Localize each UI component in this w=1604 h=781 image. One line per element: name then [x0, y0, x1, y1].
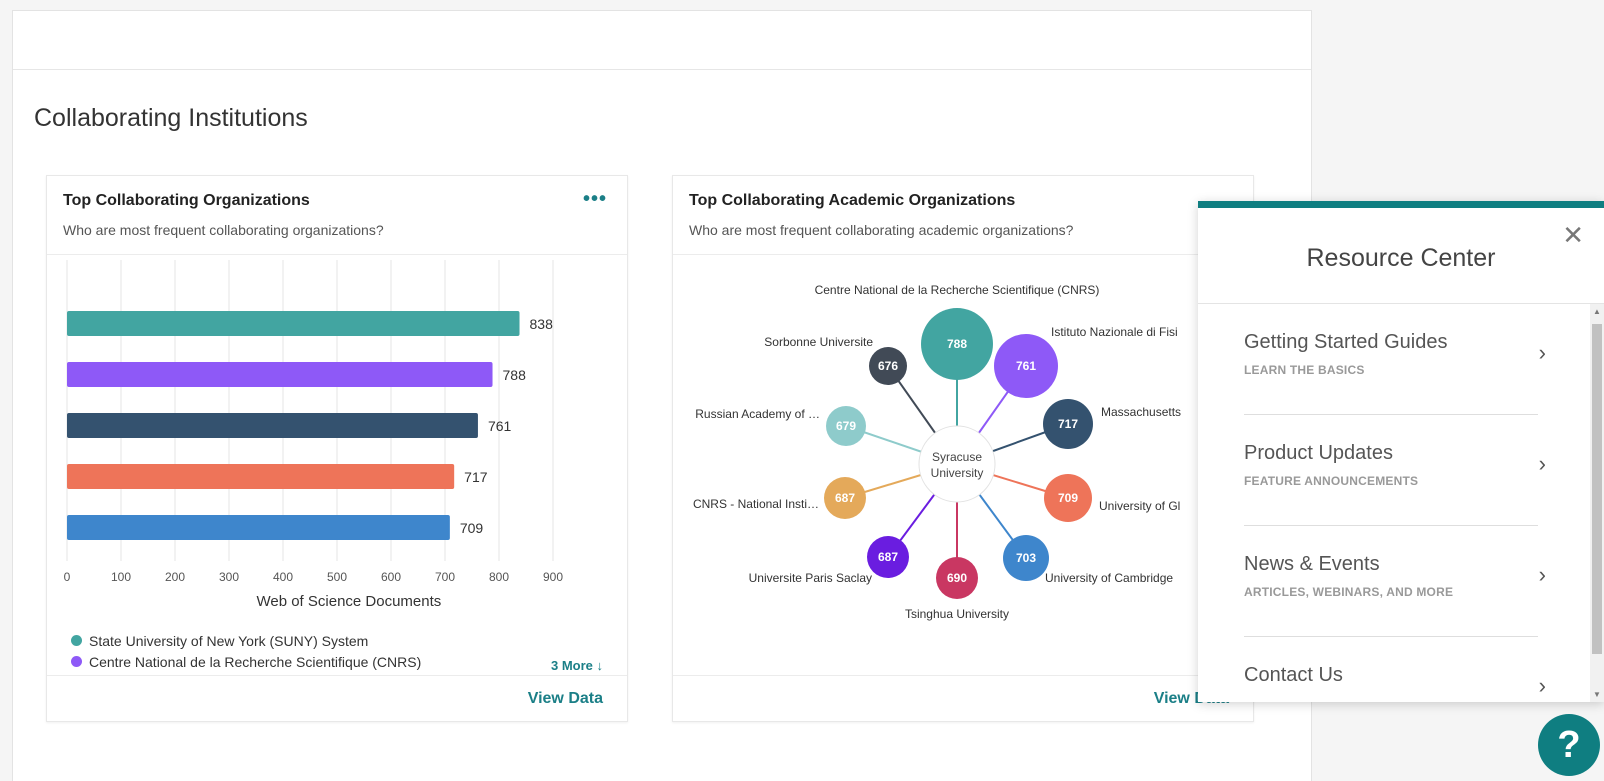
bar: [67, 413, 478, 438]
resource-center-panel: Resource Center ✕ Getting Started Guides…: [1198, 201, 1604, 702]
bar-chart: 0 100 200 300 400 500 600 700 800 900 838 788 761 717…: [64, 260, 563, 610]
help-button[interactable]: ?: [1538, 714, 1600, 776]
chevron-right-icon: ›: [1538, 562, 1546, 587]
node-value-label: 687: [835, 491, 855, 505]
top-collaborating-academic-organizations-card: Top Collaborating Academic Organizations…: [672, 175, 1254, 722]
node-label: Tsinghua University: [905, 607, 1009, 621]
node-label: CNRS - National Insti…: [693, 497, 819, 511]
node-value-label: 709: [1058, 491, 1078, 505]
legend-dot: [71, 635, 82, 646]
node-label: Universite Paris Saclay: [749, 571, 872, 585]
x-tick-label: 300: [219, 570, 239, 584]
top-bar: [13, 11, 1311, 70]
resource-item-subtitle: FEATURE ANNOUNCEMENTS: [1244, 474, 1419, 488]
legend-item[interactable]: Centre National de la Recherche Scientif…: [71, 651, 421, 672]
bar-value-label: 838: [530, 316, 554, 332]
x-axis-label: Web of Science Documents: [256, 593, 441, 610]
legend-label: State University of New York (SUNY) Syst…: [89, 632, 369, 649]
resource-item-subtitle: LEARN THE BASICS: [1244, 363, 1365, 377]
node-value-label: 679: [836, 419, 856, 433]
center-node: [918, 425, 996, 503]
node-label: Centre National de la Recherche Scientif…: [815, 283, 1100, 297]
resource-list: Getting Started Guides LEARN THE BASICS …: [1198, 304, 1590, 702]
legend-more-link[interactable]: 3 More ↓: [551, 658, 603, 673]
top-collaborating-organizations-card: Top Collaborating Organizations Who are …: [46, 175, 628, 722]
node-value-label: 717: [1058, 417, 1078, 431]
view-data-button[interactable]: View Data: [528, 690, 603, 708]
node-value-label: 687: [878, 550, 898, 564]
node-label: University of Cambridge: [1045, 571, 1173, 585]
bar: [67, 311, 520, 336]
resource-item-title: Contact Us: [1244, 664, 1343, 686]
card-subtitle: Who are most frequent collaborating acad…: [689, 222, 1074, 238]
resource-item-getting-started[interactable]: Getting Started Guides LEARN THE BASICS …: [1244, 304, 1546, 415]
center-node-label: Syracuse: [932, 450, 982, 464]
resource-scrollbar[interactable]: ▲ ▼: [1590, 304, 1604, 702]
node-value-label: 761: [1016, 359, 1036, 373]
chevron-right-icon: ›: [1538, 340, 1546, 365]
resource-item-product-updates[interactable]: Product Updates FEATURE ANNOUNCEMENTS ›: [1244, 415, 1546, 526]
node-value-label: 788: [947, 337, 967, 351]
node-label: Sorbonne Universite: [764, 335, 873, 349]
ellipsis-icon[interactable]: •••: [583, 188, 607, 211]
bar: [67, 464, 455, 489]
chevron-right-icon: ›: [1538, 451, 1546, 476]
x-tick-label: 100: [111, 570, 131, 584]
x-tick-label: 0: [64, 570, 71, 584]
section-title: Collaborating Institutions: [34, 104, 308, 132]
node-label: Massachusetts: [1101, 405, 1181, 419]
chevron-right-icon: ›: [1538, 673, 1546, 698]
bar-value-label: 717: [464, 469, 488, 485]
scroll-up-icon[interactable]: ▲: [1592, 307, 1602, 316]
legend-dot: [71, 656, 82, 667]
bar-value-label: 709: [460, 520, 484, 536]
x-tick-label: 400: [273, 570, 293, 584]
x-tick-label: 500: [327, 570, 347, 584]
node-label: Istituto Nazionale di Fisi: [1051, 325, 1178, 339]
scroll-thumb[interactable]: [1592, 324, 1602, 654]
x-tick-label: 600: [381, 570, 401, 584]
x-tick-label: 800: [489, 570, 509, 584]
resource-item-subtitle: ARTICLES, WEBINARS, AND MORE: [1244, 585, 1454, 599]
center-node-label: University: [931, 466, 984, 480]
x-tick-label: 900: [543, 570, 563, 584]
node-label: Russian Academy of …: [695, 407, 820, 421]
network-chart: Syracuse University 788 Centre National de …: [693, 283, 1181, 621]
bar: [67, 515, 450, 540]
card-subtitle: Who are most frequent collaborating orga…: [63, 222, 384, 238]
scroll-down-icon[interactable]: ▼: [1592, 690, 1602, 699]
resource-item-title: Getting Started Guides: [1244, 331, 1448, 353]
node-value-label: 690: [947, 571, 967, 585]
close-icon[interactable]: ✕: [1562, 220, 1584, 251]
resource-item-title: Product Updates: [1244, 442, 1393, 464]
resource-item-contact-us[interactable]: Contact Us ›: [1244, 637, 1546, 702]
bar-value-label: 761: [488, 418, 512, 434]
node-value-label: 703: [1016, 551, 1036, 565]
bar-value-label: 788: [503, 367, 527, 383]
node-label: University of Gl: [1099, 499, 1180, 513]
card-title: Top Collaborating Organizations: [63, 192, 310, 209]
resource-center-title: Resource Center: [1306, 244, 1496, 272]
x-tick-label: 700: [435, 570, 455, 584]
bar: [67, 362, 493, 387]
card-title: Top Collaborating Academic Organizations: [689, 192, 1016, 209]
card-header: Top Collaborating Organizations Who are …: [47, 176, 627, 255]
card-footer: View Data: [47, 675, 627, 721]
card-header: Top Collaborating Academic Organizations…: [673, 176, 1253, 255]
chart-legend: State University of New York (SUNY) Syst…: [71, 630, 421, 672]
x-tick-label: 200: [165, 570, 185, 584]
resource-item-title: News & Events: [1244, 553, 1380, 575]
resource-item-news-events[interactable]: News & Events ARTICLES, WEBINARS, AND MO…: [1244, 526, 1546, 637]
card-footer: View Data: [673, 675, 1253, 721]
legend-item[interactable]: State University of New York (SUNY) Syst…: [71, 630, 421, 651]
legend-label: Centre National de la Recherche Scientif…: [89, 653, 422, 670]
node-value-label: 676: [878, 359, 898, 373]
